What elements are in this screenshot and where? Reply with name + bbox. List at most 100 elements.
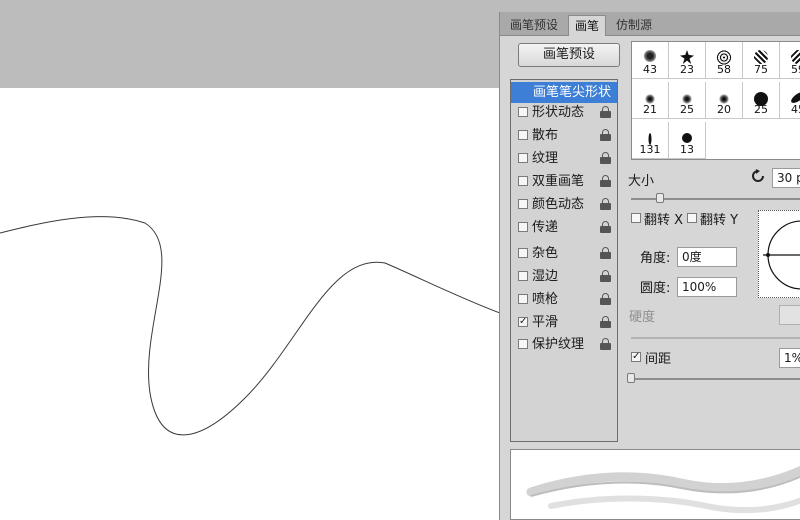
brush-option-1[interactable]: 形状动态 — [511, 102, 617, 123]
tab-brush[interactable]: 画笔 — [568, 15, 607, 36]
drawn-path-stroke — [0, 216, 500, 436]
lock-icon[interactable] — [600, 221, 611, 233]
brush-tip-9[interactable]: 45 — [780, 82, 800, 119]
lock-icon[interactable] — [600, 270, 611, 282]
lock-icon[interactable] — [600, 129, 611, 141]
brush-tip-grid: 43 23 58 75 59 21 25 20 25 45 131 13 — [631, 41, 800, 160]
brush-option-label: 喷枪 — [532, 292, 559, 307]
brush-tip-2[interactable]: 58 — [706, 42, 743, 79]
size-label: 大小 — [628, 174, 655, 189]
scatter-leaf-brush-icon — [643, 50, 657, 62]
spacing-label: 间距 — [645, 352, 672, 367]
brush-tip-4[interactable]: 59 — [780, 42, 800, 79]
checkbox[interactable] — [518, 222, 528, 232]
checkbox[interactable] — [518, 294, 528, 304]
brush-tip-8[interactable]: 25 — [743, 82, 780, 119]
brush-tip-size: 43 — [643, 63, 657, 76]
flip-y-checkbox[interactable] — [687, 213, 697, 223]
checkbox[interactable] — [518, 339, 528, 349]
brush-option-0[interactable]: 画笔笔尖形状 — [511, 82, 617, 103]
roundness-input[interactable]: 100% — [677, 277, 737, 297]
brush-option-label: 纹理 — [532, 151, 559, 166]
brush-option-label: 画笔笔尖形状 — [533, 85, 612, 100]
hard-round-brush-icon — [682, 133, 692, 143]
fern-brush-icon — [754, 50, 768, 64]
flip-x-label: 翻转 X — [644, 213, 684, 228]
lock-icon[interactable] — [600, 338, 611, 350]
brush-option-label: 保护纹理 — [532, 337, 585, 352]
brush-tip-0[interactable]: 43 — [632, 42, 669, 79]
checkbox[interactable] — [518, 248, 528, 258]
tab-brush-presets[interactable]: 画笔预设 — [504, 15, 564, 36]
brush-tip-3[interactable]: 75 — [743, 42, 780, 79]
reset-size-icon[interactable] — [751, 169, 765, 183]
brush-panel: 画笔预设 画笔 仿制源 画笔预设 画笔笔尖形状形状动态 散布纹理双重画笔颜色动态传… — [499, 12, 800, 520]
checkbox[interactable] — [518, 107, 528, 117]
spacing-checkbox[interactable]: ✓ — [631, 352, 641, 362]
angle-crosshair-icon — [763, 220, 800, 290]
brush-options-list: 画笔笔尖形状形状动态 散布纹理双重画笔颜色动态传递杂色 湿边喷枪 ✓ 平滑保护纹理 — [510, 79, 618, 442]
checkbox[interactable] — [518, 199, 528, 209]
brush-tip-5[interactable]: 21 — [632, 82, 669, 119]
flip-x-checkbox[interactable] — [631, 213, 641, 223]
lock-icon[interactable] — [600, 152, 611, 164]
brush-tip-size: 20 — [717, 103, 731, 116]
lock-icon[interactable] — [600, 198, 611, 210]
size-slider-thumb[interactable] — [656, 193, 664, 203]
hardness-input — [779, 305, 800, 325]
roundness-label: 圆度: — [640, 281, 671, 296]
brush-tip-size: 23 — [680, 63, 694, 76]
canvas-pasteboard — [0, 0, 500, 520]
lock-icon[interactable] — [600, 106, 611, 118]
brush-option-11[interactable]: 保护纹理 — [511, 334, 617, 355]
spacing-input[interactable]: 1% — [779, 348, 800, 368]
brush-option-6[interactable]: 传递 — [511, 217, 617, 238]
brush-option-2[interactable]: 散布 — [511, 125, 617, 146]
checkbox[interactable] — [518, 130, 528, 140]
hardness-slider-track — [631, 337, 800, 339]
brush-tip-size: 58 — [717, 63, 731, 76]
brush-tip-size: 25 — [680, 103, 694, 116]
brush-tip-size: 45 — [791, 103, 800, 116]
brush-option-9[interactable]: 喷枪 — [511, 289, 617, 310]
angle-roundness-preview[interactable] — [758, 210, 800, 298]
lock-icon[interactable] — [600, 247, 611, 259]
checked-checkbox[interactable]: ✓ — [518, 317, 528, 327]
brush-presets-button[interactable]: 画笔预设 — [518, 43, 620, 67]
brush-tip-11[interactable]: 13 — [669, 122, 706, 159]
angle-input[interactable]: 0度 — [677, 247, 737, 267]
star-splat-brush-icon — [680, 50, 694, 64]
brush-option-8[interactable]: 湿边 — [511, 266, 617, 287]
brush-tip-size: 75 — [754, 63, 768, 76]
brush-tip-10[interactable]: 131 — [632, 122, 669, 159]
checkbox[interactable] — [518, 176, 528, 186]
maple-leaf-brush-icon — [791, 50, 800, 64]
panel-tab-bar: 画笔预设 画笔 仿制源 — [500, 12, 800, 36]
brush-option-label: 双重画笔 — [532, 174, 585, 189]
spacing-slider-track — [631, 378, 800, 380]
spacing-slider-thumb[interactable] — [627, 373, 635, 383]
brush-tip-6[interactable]: 25 — [669, 82, 706, 119]
brush-option-5[interactable]: 颜色动态 — [511, 194, 617, 215]
brush-tip-size: 13 — [680, 143, 694, 156]
angle-label: 角度: — [640, 251, 671, 266]
brush-option-10[interactable]: ✓ 平滑 — [511, 312, 617, 333]
tab-clone-source[interactable]: 仿制源 — [610, 15, 658, 36]
brush-tip-size: 131 — [639, 143, 661, 156]
brush-option-label: 平滑 — [532, 315, 559, 330]
brush-tip-size: 21 — [643, 103, 657, 116]
brush-option-7[interactable]: 杂色 — [511, 243, 617, 264]
brush-option-label: 颜色动态 — [532, 197, 585, 212]
brush-tip-size: 25 — [754, 103, 768, 116]
brush-tip-1[interactable]: 23 — [669, 42, 706, 79]
size-input[interactable]: 30 p — [772, 168, 800, 188]
document-canvas[interactable] — [0, 88, 500, 520]
checkbox[interactable] — [518, 271, 528, 281]
checkbox[interactable] — [518, 153, 528, 163]
lock-icon[interactable] — [600, 175, 611, 187]
brush-tip-7[interactable]: 20 — [706, 82, 743, 119]
brush-option-3[interactable]: 纹理 — [511, 148, 617, 169]
lock-icon[interactable] — [600, 293, 611, 305]
lock-icon[interactable] — [600, 316, 611, 328]
brush-option-4[interactable]: 双重画笔 — [511, 171, 617, 192]
